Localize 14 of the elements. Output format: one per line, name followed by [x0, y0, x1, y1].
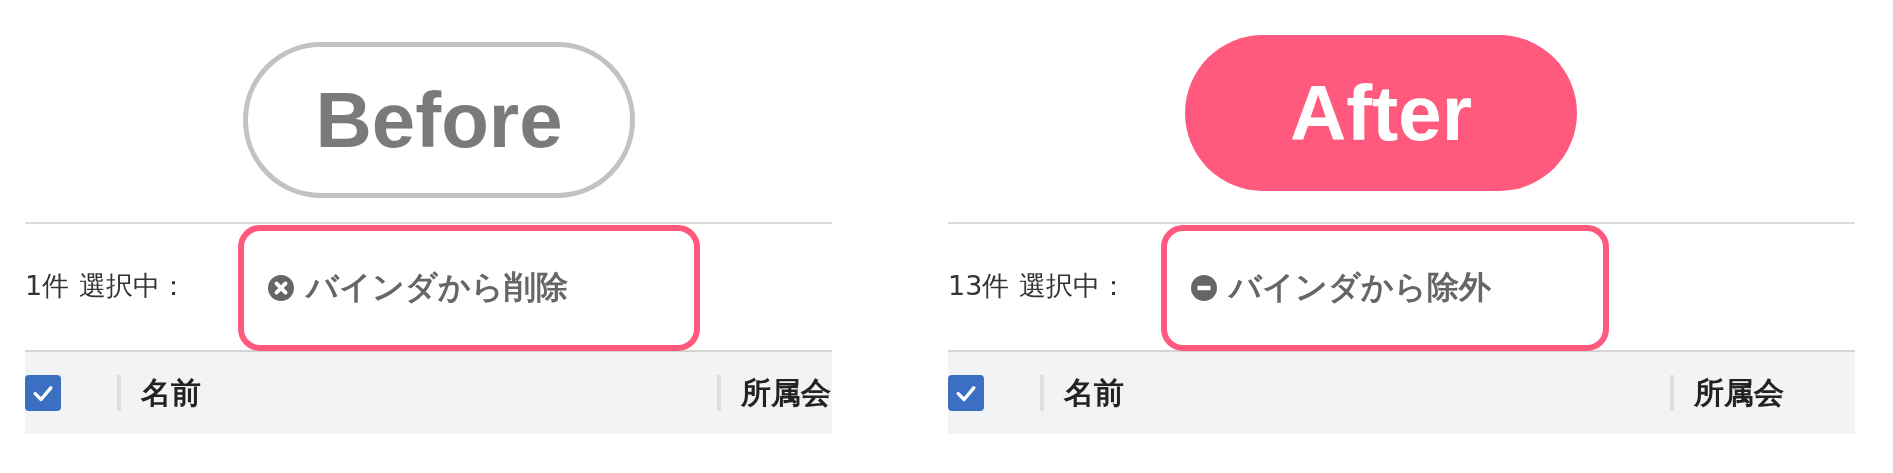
selected-label: 選択中：	[1019, 269, 1128, 303]
selection-count: 13件	[948, 269, 1010, 303]
column-header[interactable]: 所属会	[1694, 372, 1784, 414]
close-icon	[268, 275, 294, 301]
select-all-checkbox[interactable]	[25, 375, 61, 411]
column-header[interactable]: 名前	[1064, 372, 1614, 414]
column-header[interactable]: 所属会	[741, 372, 831, 414]
selected-label: 選択中：	[79, 269, 188, 303]
column-header[interactable]: 名前	[141, 372, 661, 414]
label-badge: Before	[243, 42, 635, 198]
label-badge: After	[1185, 35, 1577, 191]
minus-icon	[1191, 275, 1217, 301]
select-all-checkbox[interactable]	[948, 375, 984, 411]
selection-count: 1件	[25, 269, 70, 303]
